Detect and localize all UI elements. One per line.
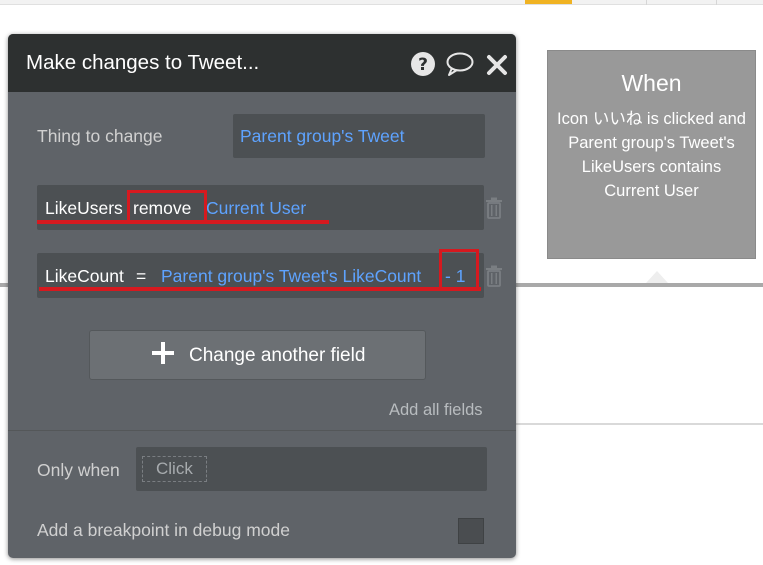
thing-to-change-field[interactable]: Parent group's Tweet	[233, 114, 485, 158]
breakpoint-checkbox[interactable]	[458, 518, 484, 544]
panel-divider	[8, 430, 516, 431]
trash-icon[interactable]	[484, 197, 504, 219]
editor-top-separator	[716, 0, 717, 5]
when-card-pointer	[646, 271, 668, 283]
when-card-description: Icon いいね is clicked and Parent group's T…	[557, 110, 746, 200]
add-all-fields-link[interactable]: Add all fields	[389, 401, 483, 420]
trash-icon[interactable]	[484, 265, 504, 287]
panel-header: Make changes to Tweet... ?	[8, 34, 516, 92]
action-property-editor: Make changes to Tweet... ? Thing to chan…	[8, 34, 516, 558]
field-value[interactable]: Current User	[206, 198, 306, 219]
change-another-field-label: Change another field	[189, 345, 366, 366]
comment-icon[interactable]	[445, 51, 475, 77]
field-name: LikeUsers	[45, 198, 123, 218]
thing-to-change-value: Parent group's Tweet	[240, 126, 405, 146]
editor-top-accent	[525, 0, 572, 4]
field-operator: =	[136, 266, 147, 286]
close-icon[interactable]	[486, 51, 508, 77]
svg-text:?: ?	[418, 55, 428, 75]
plus-icon	[152, 342, 174, 370]
canvas-element	[516, 287, 763, 425]
help-icon[interactable]: ?	[410, 51, 436, 77]
annotation-box	[127, 190, 207, 224]
only-when-label: Only when	[37, 460, 120, 480]
when-event-card[interactable]: When Icon いいね is clicked and Parent grou…	[547, 50, 756, 259]
field-name: LikeCount	[45, 266, 124, 286]
annotation-underline	[39, 287, 481, 291]
editor-top-bar	[0, 0, 763, 5]
only-when-placeholder: Click	[142, 456, 207, 482]
breakpoint-label: Add a breakpoint in debug mode	[37, 520, 290, 540]
panel-title: Make changes to Tweet...	[26, 51, 260, 74]
editor-top-separator	[646, 0, 647, 5]
only-when-field[interactable]: Click	[136, 447, 487, 491]
when-card-title: When	[621, 70, 682, 96]
thing-to-change-label: Thing to change	[37, 126, 163, 146]
field-value[interactable]: Parent group's Tweet's LikeCount	[161, 266, 421, 287]
change-another-field-button[interactable]: Change another field	[89, 330, 426, 380]
annotation-box	[439, 249, 479, 290]
field-row-likecount[interactable]: LikeCount = Parent group's Tweet's LikeC…	[37, 253, 484, 298]
